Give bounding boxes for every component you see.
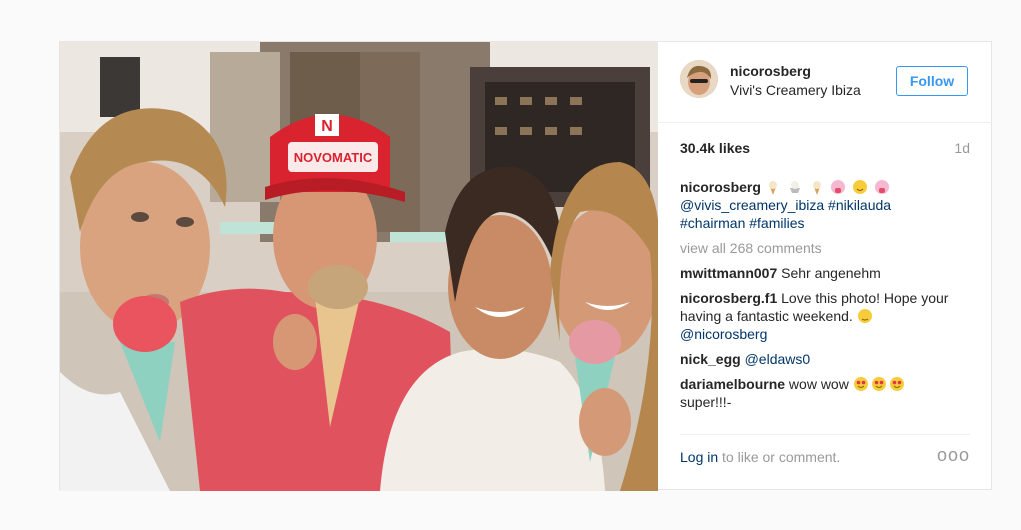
caption-tags-2[interactable]: #chairman #families xyxy=(680,215,805,231)
comment: mwittmann007 Sehr angenehm xyxy=(680,264,970,282)
avatar[interactable] xyxy=(680,60,718,98)
post-card: NOVOMATIC N nicorosberg Vivi's Creamery … xyxy=(59,41,993,491)
ice-cream-icon xyxy=(812,181,821,195)
avatar-image xyxy=(680,60,718,98)
comment-user[interactable]: mwittmann007 xyxy=(680,265,777,281)
heart-eyes-icon xyxy=(853,377,868,391)
username[interactable]: nicorosberg xyxy=(730,63,811,79)
post-age[interactable]: 1d xyxy=(954,140,970,156)
blush-face-icon xyxy=(853,180,868,194)
caption: nicorosberg @vivis_creamery_ibiza #nikil… xyxy=(680,178,970,232)
likes-row: 30.4k likes 1d xyxy=(680,140,970,160)
comment-user[interactable]: dariamelbourne xyxy=(680,376,785,392)
comment: nick_egg @eldaws0 xyxy=(680,350,970,368)
more-options-button[interactable]: ooo xyxy=(937,445,970,466)
caption-emojis xyxy=(765,179,892,195)
comment-mention[interactable]: @nicorosberg xyxy=(680,326,767,342)
comments-list[interactable]: nicorosberg @vivis_creamery_ibiza #nikil… xyxy=(680,178,970,425)
post-photo[interactable]: NOVOMATIC N xyxy=(60,42,658,491)
tongue-face-icon xyxy=(875,180,890,194)
svg-text:NOVOMATIC: NOVOMATIC xyxy=(294,150,373,165)
view-all-comments[interactable]: view all 268 comments xyxy=(680,239,970,257)
comment: nicorosberg.f1 Love this photo! Hope you… xyxy=(680,289,970,343)
comment: dariamelbourne wow wow super!!!- xyxy=(680,375,970,411)
login-prompt-text: to like or comment. xyxy=(718,449,841,465)
post-footer: Log in to like or comment. ooo xyxy=(680,434,970,492)
comment-user[interactable]: nick_egg xyxy=(680,351,741,367)
location[interactable]: Vivi's Creamery Ibiza xyxy=(730,82,861,98)
caption-tags-1[interactable]: @vivis_creamery_ibiza #nikilauda xyxy=(680,197,891,213)
comment-text-2: super!!!- xyxy=(680,394,732,410)
login-link[interactable]: Log in xyxy=(680,449,718,465)
login-prompt: Log in to like or comment. xyxy=(680,449,840,465)
sundae-icon xyxy=(789,181,800,193)
svg-text:N: N xyxy=(321,118,333,135)
post-header: nicorosberg Vivi's Creamery Ibiza Follow xyxy=(658,42,993,123)
tongue-face-icon xyxy=(831,180,846,194)
relieved-face-icon xyxy=(857,309,872,323)
ice-cream-icon xyxy=(768,181,777,195)
comment-mention[interactable]: @eldaws0 xyxy=(745,351,811,367)
comment-text: wow wow xyxy=(788,376,853,392)
post-sidebar: nicorosberg Vivi's Creamery Ibiza Follow… xyxy=(658,42,993,491)
follow-button[interactable]: Follow xyxy=(896,66,968,96)
caption-author[interactable]: nicorosberg xyxy=(680,179,761,195)
comment-text: Sehr angenehm xyxy=(781,265,881,281)
heart-eyes-icon xyxy=(889,377,904,391)
selfie-photo: NOVOMATIC N xyxy=(60,42,658,491)
comment-user[interactable]: nicorosberg.f1 xyxy=(680,290,777,306)
likes-count[interactable]: 30.4k likes xyxy=(680,140,750,156)
heart-eyes-icon xyxy=(871,377,886,391)
